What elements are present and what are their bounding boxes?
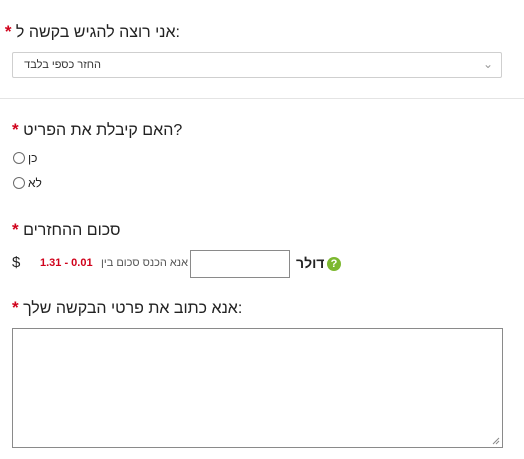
refund-amount-input[interactable] [190, 250, 290, 278]
refund-amount-label: * סכום ההחזרים [12, 220, 121, 239]
required-mark: * [12, 220, 19, 239]
currency-symbol: $ [12, 254, 21, 271]
chevron-down-icon: ⌄ [483, 57, 494, 71]
option-no-label: לא [28, 176, 42, 190]
required-mark: * [12, 298, 19, 317]
range-hint: אנא הכנס סכום בין [101, 257, 188, 269]
section-divider [0, 98, 524, 99]
radio-yes[interactable] [13, 152, 25, 164]
request-details-label: * אנא כתוב את פרטי הבקשה שלך: [12, 298, 243, 317]
required-mark: * [12, 120, 19, 139]
unit-label: דולר [296, 255, 325, 271]
help-icon[interactable]: ? [327, 257, 341, 271]
request-type-label: * אני רוצה להגיש בקשה ל: [4, 22, 180, 41]
request-details-textarea[interactable] [12, 328, 503, 448]
resize-grip-icon[interactable] [492, 437, 500, 445]
item-received-label: * האם קיבלת את הפריט? [12, 120, 183, 139]
request-type-select[interactable]: החזר כספי בלבד ⌄ [12, 52, 502, 78]
range-values: 1.31 - 0.01 [40, 257, 93, 269]
required-mark: * [4, 22, 12, 41]
radio-no[interactable] [13, 177, 25, 189]
request-type-value: החזר כספי בלבד [24, 59, 101, 71]
option-yes-label: כן [28, 151, 38, 165]
